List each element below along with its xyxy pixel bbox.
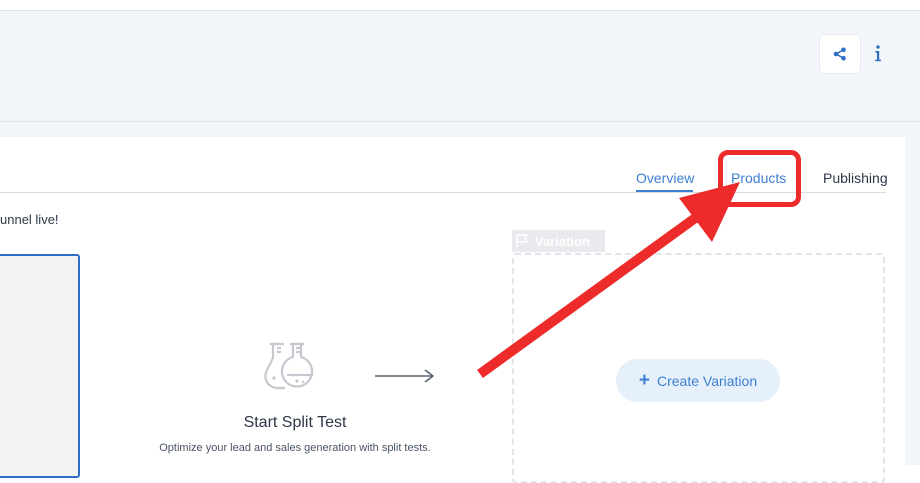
flask-icon [264,342,322,392]
arrow-right-icon [375,369,435,383]
plus-icon: + [638,370,650,391]
create-variation-button[interactable]: + Create Variation [616,359,780,402]
page-header [0,11,920,122]
funnel-live-message: unnel live! [0,212,59,227]
share-icon [833,47,846,61]
top-bar [0,0,920,11]
annotation-highlight-box [718,150,801,207]
create-variation-label: Create Variation [656,372,758,389]
tab-publishing[interactable]: Publishing [823,170,888,186]
tab-overview-active-indicator [636,190,693,192]
tab-overview[interactable]: Overview [636,170,694,186]
page-preview-thumbnail[interactable] [0,254,80,478]
variation-tag-label: Variation [535,233,590,249]
split-test-title: Start Split Test [243,414,347,431]
variation-tag: Variation [512,230,605,252]
split-test-subtitle: Optimize your lead and sales generation … [159,442,431,454]
share-button[interactable] [820,35,860,73]
info-icon [875,45,881,62]
info-button[interactable] [870,42,886,66]
flag-icon [516,234,528,247]
